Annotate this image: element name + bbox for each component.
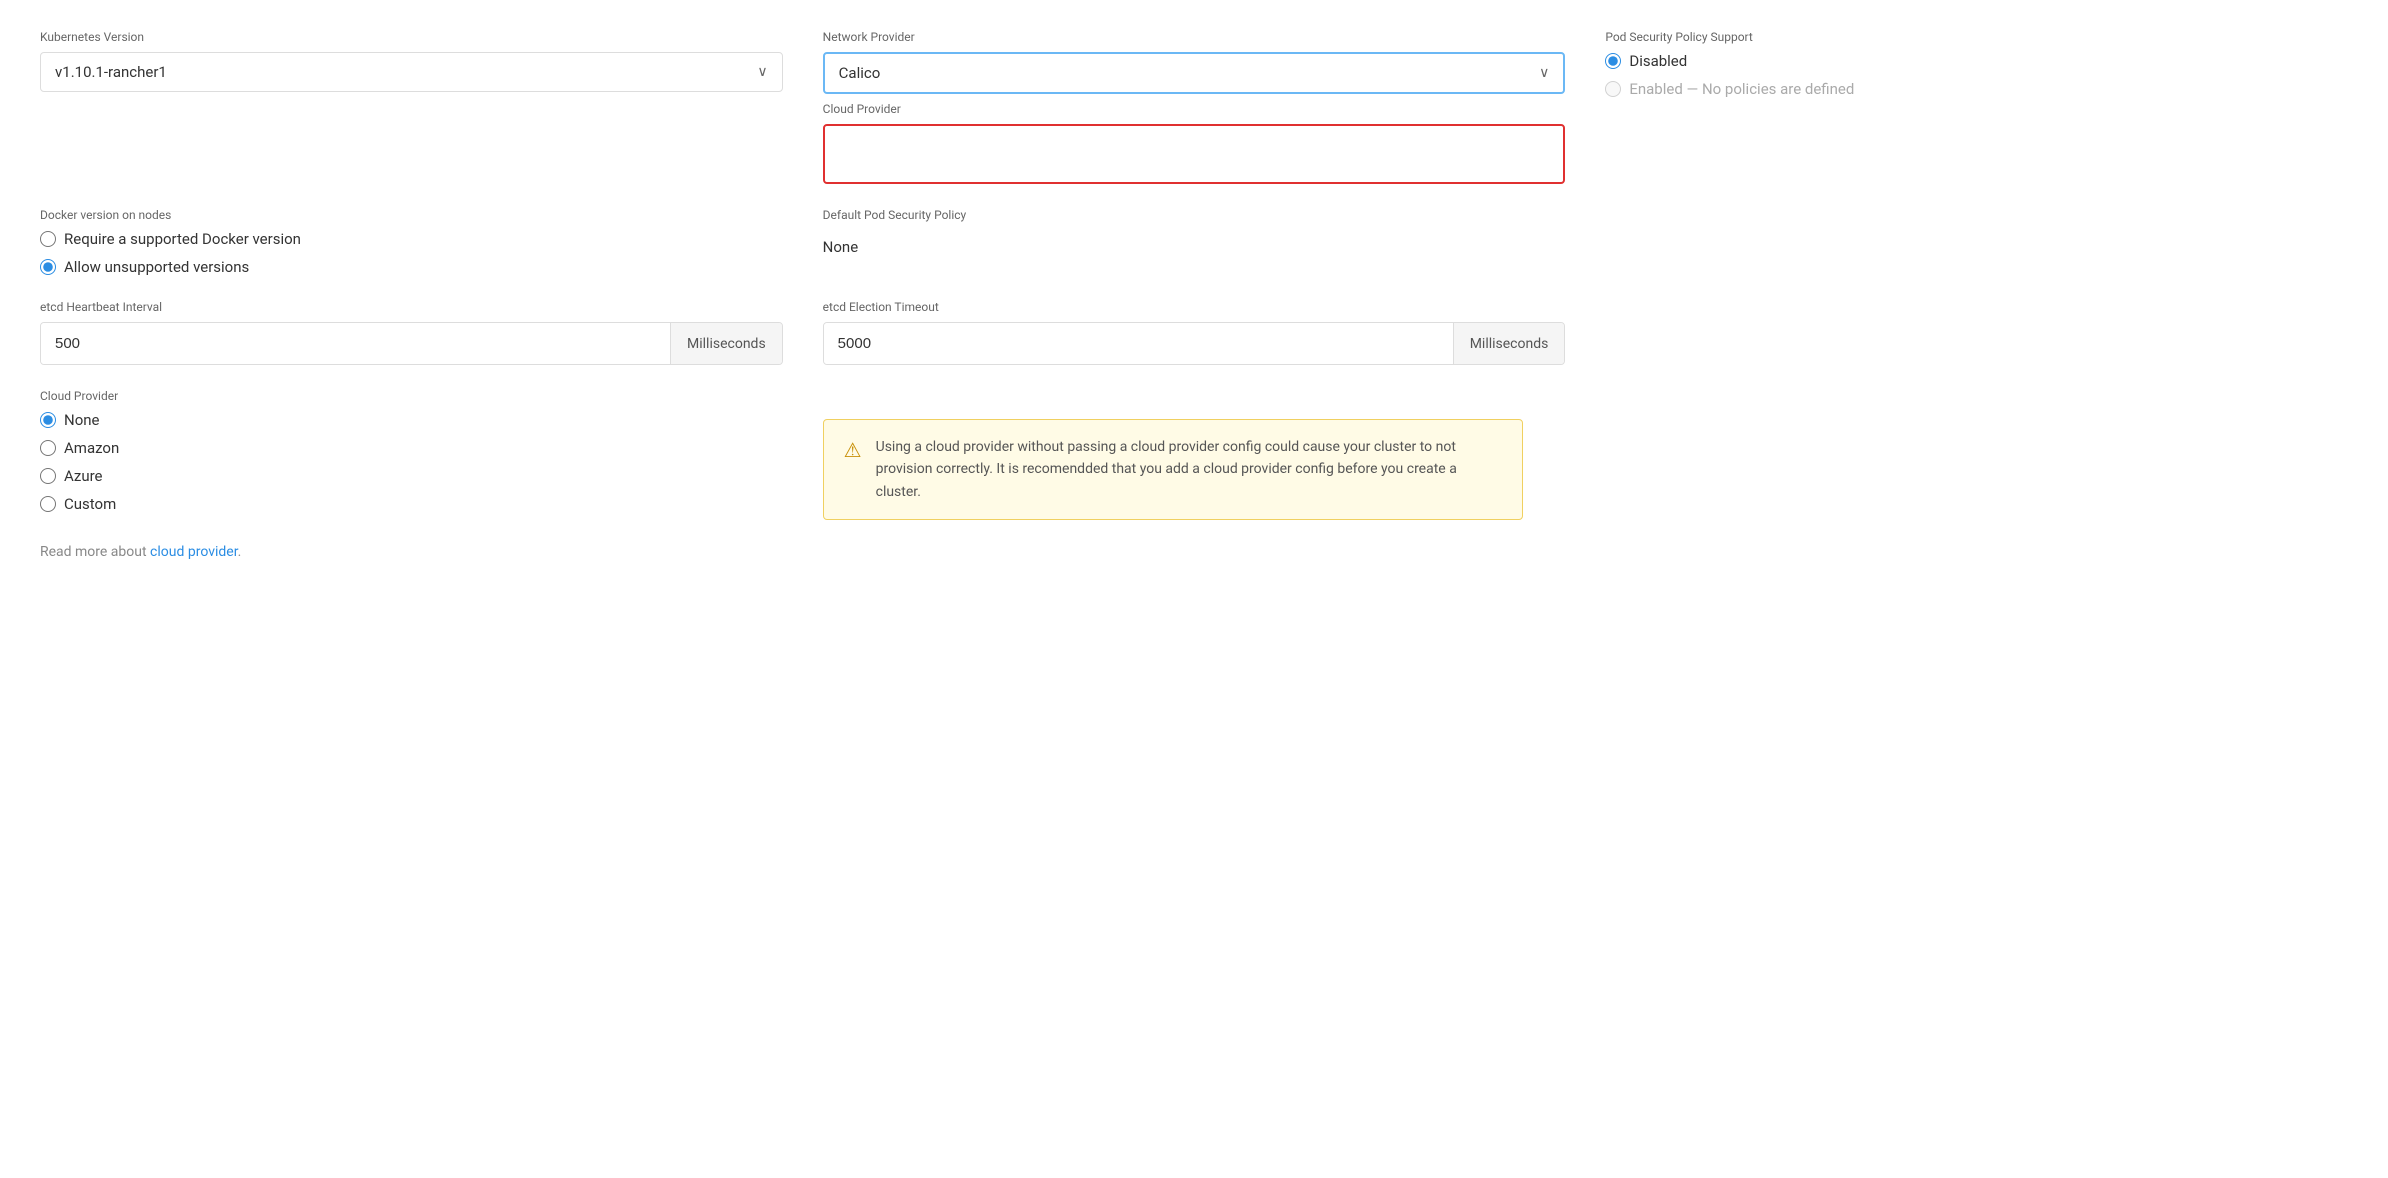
cloud-provider-custom-label: Custom xyxy=(64,495,116,513)
cloud-provider-custom-option[interactable]: Custom xyxy=(40,495,783,513)
docker-allow-radio[interactable] xyxy=(40,259,56,275)
default-pod-security-value: None xyxy=(823,230,1566,264)
pod-security-enabled-label: Enabled — No policies are defined xyxy=(1629,80,1854,98)
docker-require-radio[interactable] xyxy=(40,231,56,247)
etcd-heartbeat-col: etcd Heartbeat Interval Milliseconds xyxy=(40,300,783,365)
network-provider-select[interactable]: Calico ∨ xyxy=(823,52,1566,94)
network-provider-value: Calico xyxy=(839,64,1539,82)
etcd-election-label: etcd Election Timeout xyxy=(823,300,1566,314)
pod-security-policy-col: Pod Security Policy Support Disabled Ena… xyxy=(1605,30,2348,184)
pod-security-enabled-radio[interactable] xyxy=(1605,81,1621,97)
read-more-prefix: Read more about xyxy=(40,544,150,560)
docker-allow-label: Allow unsupported versions xyxy=(64,258,249,276)
network-chevron-icon: ∨ xyxy=(1539,65,1549,81)
kubernetes-version-value: v1.10.1-rancher1 xyxy=(55,63,757,81)
etcd-heartbeat-label: etcd Heartbeat Interval xyxy=(40,300,783,314)
docker-version-label: Docker version on nodes xyxy=(40,208,783,222)
cloud-provider-amazon-radio[interactable] xyxy=(40,440,56,456)
etcd-election-col: etcd Election Timeout Milliseconds xyxy=(823,300,1566,365)
etcd-heartbeat-suffix: Milliseconds xyxy=(670,323,782,364)
pod-security-enabled-option[interactable]: Enabled — No policies are defined xyxy=(1605,80,2348,98)
etcd-heartbeat-input-group: Milliseconds xyxy=(40,322,783,365)
cloud-provider-none-label: None xyxy=(64,411,100,429)
warning-text: Using a cloud provider without passing a… xyxy=(876,436,1502,503)
kubernetes-version-select[interactable]: v1.10.1-rancher1 ∨ xyxy=(40,52,783,92)
pod-security-disabled-radio[interactable] xyxy=(1605,53,1621,69)
cloud-provider-radio-group: None Amazon Azure Custom xyxy=(40,411,783,513)
pod-security-disabled-option[interactable]: Disabled xyxy=(1605,52,2348,70)
etcd-row: etcd Heartbeat Interval Milliseconds etc… xyxy=(40,300,2348,365)
etcd-heartbeat-input[interactable] xyxy=(41,323,670,364)
read-more-suffix: . xyxy=(238,544,242,560)
docker-require-option[interactable]: Require a supported Docker version xyxy=(40,230,783,248)
docker-require-label: Require a supported Docker version xyxy=(64,230,301,248)
cloud-provider-amazon-label: Amazon xyxy=(64,439,119,457)
cloud-provider-azure-label: Azure xyxy=(64,467,102,485)
kubernetes-chevron-icon: ∨ xyxy=(757,64,767,80)
network-provider-label: Network Provider xyxy=(823,30,1566,44)
default-pod-security-label: Default Pod Security Policy xyxy=(823,208,1566,222)
cloud-provider-custom-radio[interactable] xyxy=(40,496,56,512)
cloud-provider-amazon-option[interactable]: Amazon xyxy=(40,439,783,457)
docker-version-group: Require a supported Docker version Allow… xyxy=(40,230,783,276)
pod-security-disabled-label: Disabled xyxy=(1629,52,1687,70)
network-provider-col: Network Provider Calico ∨ Cloud Provider xyxy=(823,30,1566,184)
etcd-spacer xyxy=(1605,300,2348,365)
docker-row: Docker version on nodes Require a suppor… xyxy=(40,208,2348,276)
cloud-provider-none-radio[interactable] xyxy=(40,412,56,428)
warning-box: ⚠ Using a cloud provider without passing… xyxy=(823,419,1523,520)
kubernetes-version-col: Kubernetes Version v1.10.1-rancher1 ∨ xyxy=(40,30,783,184)
cloud-provider-link[interactable]: cloud provider xyxy=(150,544,238,560)
warning-icon: ⚠ xyxy=(844,438,862,462)
cloud-provider-text-input[interactable] xyxy=(837,134,1552,150)
docker-version-col: Docker version on nodes Require a suppor… xyxy=(40,208,783,276)
cloud-provider-radio-col: Cloud Provider None Amazon Azure Custom xyxy=(40,389,783,520)
etcd-election-suffix: Milliseconds xyxy=(1453,323,1565,364)
pod-security-spacer xyxy=(1605,208,2348,276)
cloud-provider-input-wrapper[interactable] xyxy=(823,124,1566,184)
default-pod-security-col: Default Pod Security Policy None xyxy=(823,208,1566,276)
cloud-provider-azure-radio[interactable] xyxy=(40,468,56,484)
docker-allow-option[interactable]: Allow unsupported versions xyxy=(40,258,783,276)
pod-security-policy-group: Disabled Enabled — No policies are defin… xyxy=(1605,52,2348,98)
cloud-provider-section-label: Cloud Provider xyxy=(40,389,783,403)
cloud-provider-field-label: Cloud Provider xyxy=(823,102,1566,116)
cloud-provider-azure-option[interactable]: Azure xyxy=(40,467,783,485)
cloud-provider-spacer xyxy=(1605,389,2348,520)
cloud-provider-warning-col: ⚠ Using a cloud provider without passing… xyxy=(823,389,1566,520)
cloud-provider-none-option[interactable]: None xyxy=(40,411,783,429)
kubernetes-version-label: Kubernetes Version xyxy=(40,30,783,44)
cloud-provider-row: Cloud Provider None Amazon Azure Custom … xyxy=(40,389,2348,520)
etcd-election-input-group: Milliseconds xyxy=(823,322,1566,365)
cloud-provider-input-section: Cloud Provider xyxy=(823,102,1566,184)
pod-security-policy-label: Pod Security Policy Support xyxy=(1605,30,2348,44)
top-row: Kubernetes Version v1.10.1-rancher1 ∨ Ne… xyxy=(40,30,2348,184)
etcd-election-input[interactable] xyxy=(824,323,1453,364)
read-more-section: Read more about cloud provider. xyxy=(40,544,2348,560)
